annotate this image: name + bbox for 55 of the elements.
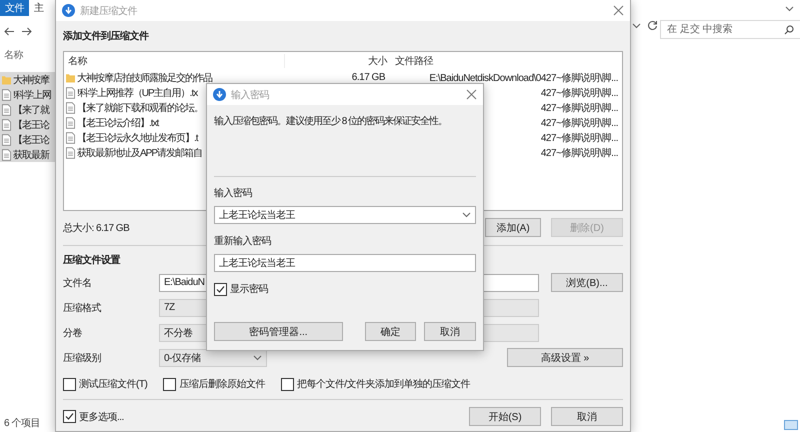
file-item[interactable]: 大神按摩	[0, 72, 55, 87]
field-label: 压缩格式	[63, 302, 102, 314]
file-size: 6.17 GB	[350, 72, 386, 83]
file-path: 427~修脚说明\脚...	[540, 116, 618, 130]
checkbox-label: 更多选项...	[79, 410, 124, 424]
file-item[interactable]: 获取最新	[0, 147, 55, 162]
file-item[interactable]: !科学上网	[0, 87, 55, 102]
file-name: 大神按摩店拍技师露脸足交的作品	[77, 72, 212, 84]
ribbon-tab[interactable]: 文件	[0, 0, 29, 16]
level-dropdown[interactable]: 0-仅存储	[159, 348, 267, 366]
section-title: 压缩文件设置	[63, 254, 120, 267]
column-header[interactable]: 名称	[0, 42, 55, 68]
file-item[interactable]: 【来了就	[0, 102, 55, 117]
password-field[interactable]: 上老王论坛当老王	[214, 206, 476, 224]
file-name: !科学上网推荐（UP主自用）.tx	[77, 86, 198, 100]
search-field[interactable]: 在 足交 中搜索	[660, 20, 800, 39]
ribbon-tab[interactable]: 主	[29, 0, 48, 16]
total-size: 总大小: 6.17 GB	[63, 222, 130, 234]
file-path: 427~修脚说明\脚...	[540, 132, 618, 144]
window-title: 输入密码	[231, 88, 270, 102]
message-text: 输入压缩包密码。建议使用至少 8 位的密码来保证安全性。	[214, 114, 448, 129]
section-title: 添加文件到压缩文件	[63, 30, 148, 43]
file-path: E:\BaiduNetdiskDownload\0427~修脚说明\脚...	[429, 72, 618, 84]
dialog-button[interactable]: 取消	[551, 407, 623, 426]
checkbox-label: 把每个文件/文件夹添加到单独的压缩文件	[296, 378, 470, 391]
field-label: 重新输入密码	[214, 234, 271, 248]
checkbox-label: 显示密码	[230, 282, 268, 296]
settings-button[interactable]: 浏览(B)...	[551, 273, 623, 292]
file-item[interactable]: 【老王论	[0, 132, 55, 147]
dialog-button[interactable]: 确定	[364, 322, 416, 341]
field-label: 输入密码	[214, 186, 252, 200]
file-name: 获取最新地址及APP请发邮箱自	[77, 146, 202, 160]
column-header[interactable]: 大小	[284, 54, 391, 68]
column-header[interactable]: 名称	[64, 54, 284, 68]
settings-button[interactable]: 高级设置 »	[507, 348, 623, 367]
file-name: 【老王论坛介绍】.txt	[77, 116, 158, 130]
checkbox-label: 测试压缩文件(T)	[79, 378, 148, 391]
file-name: 【老王论坛永久地址发布页】.t	[77, 132, 198, 144]
field-label: 文件名	[63, 276, 92, 290]
file-item[interactable]: 【老王论	[0, 117, 55, 132]
file-path: 427~修脚说明\脚...	[540, 102, 618, 114]
column-header[interactable]: 文件路径	[391, 54, 622, 68]
status-text: 6 个项目	[3, 417, 41, 431]
file-path: 427~修脚说明\脚...	[540, 86, 618, 100]
field-label: 分卷	[63, 326, 83, 340]
file-path: 427~修脚说明\脚...	[540, 146, 618, 160]
add-button[interactable]: 添加(A)	[485, 218, 541, 237]
password-field[interactable]: 上老王论坛当老王	[214, 254, 476, 272]
field-label: 压缩级别	[63, 352, 102, 364]
checkbox-label: 压缩后删除原始文件	[179, 378, 265, 391]
file-name: 【来了就能下载和观看的论坛。	[77, 102, 203, 114]
dialog-button[interactable]: 取消	[424, 322, 476, 341]
dialog-button[interactable]: 开始(S)	[469, 407, 541, 426]
dialog-button[interactable]: 密码管理器...	[214, 322, 343, 341]
window-title: 新建压缩文件	[80, 4, 138, 18]
